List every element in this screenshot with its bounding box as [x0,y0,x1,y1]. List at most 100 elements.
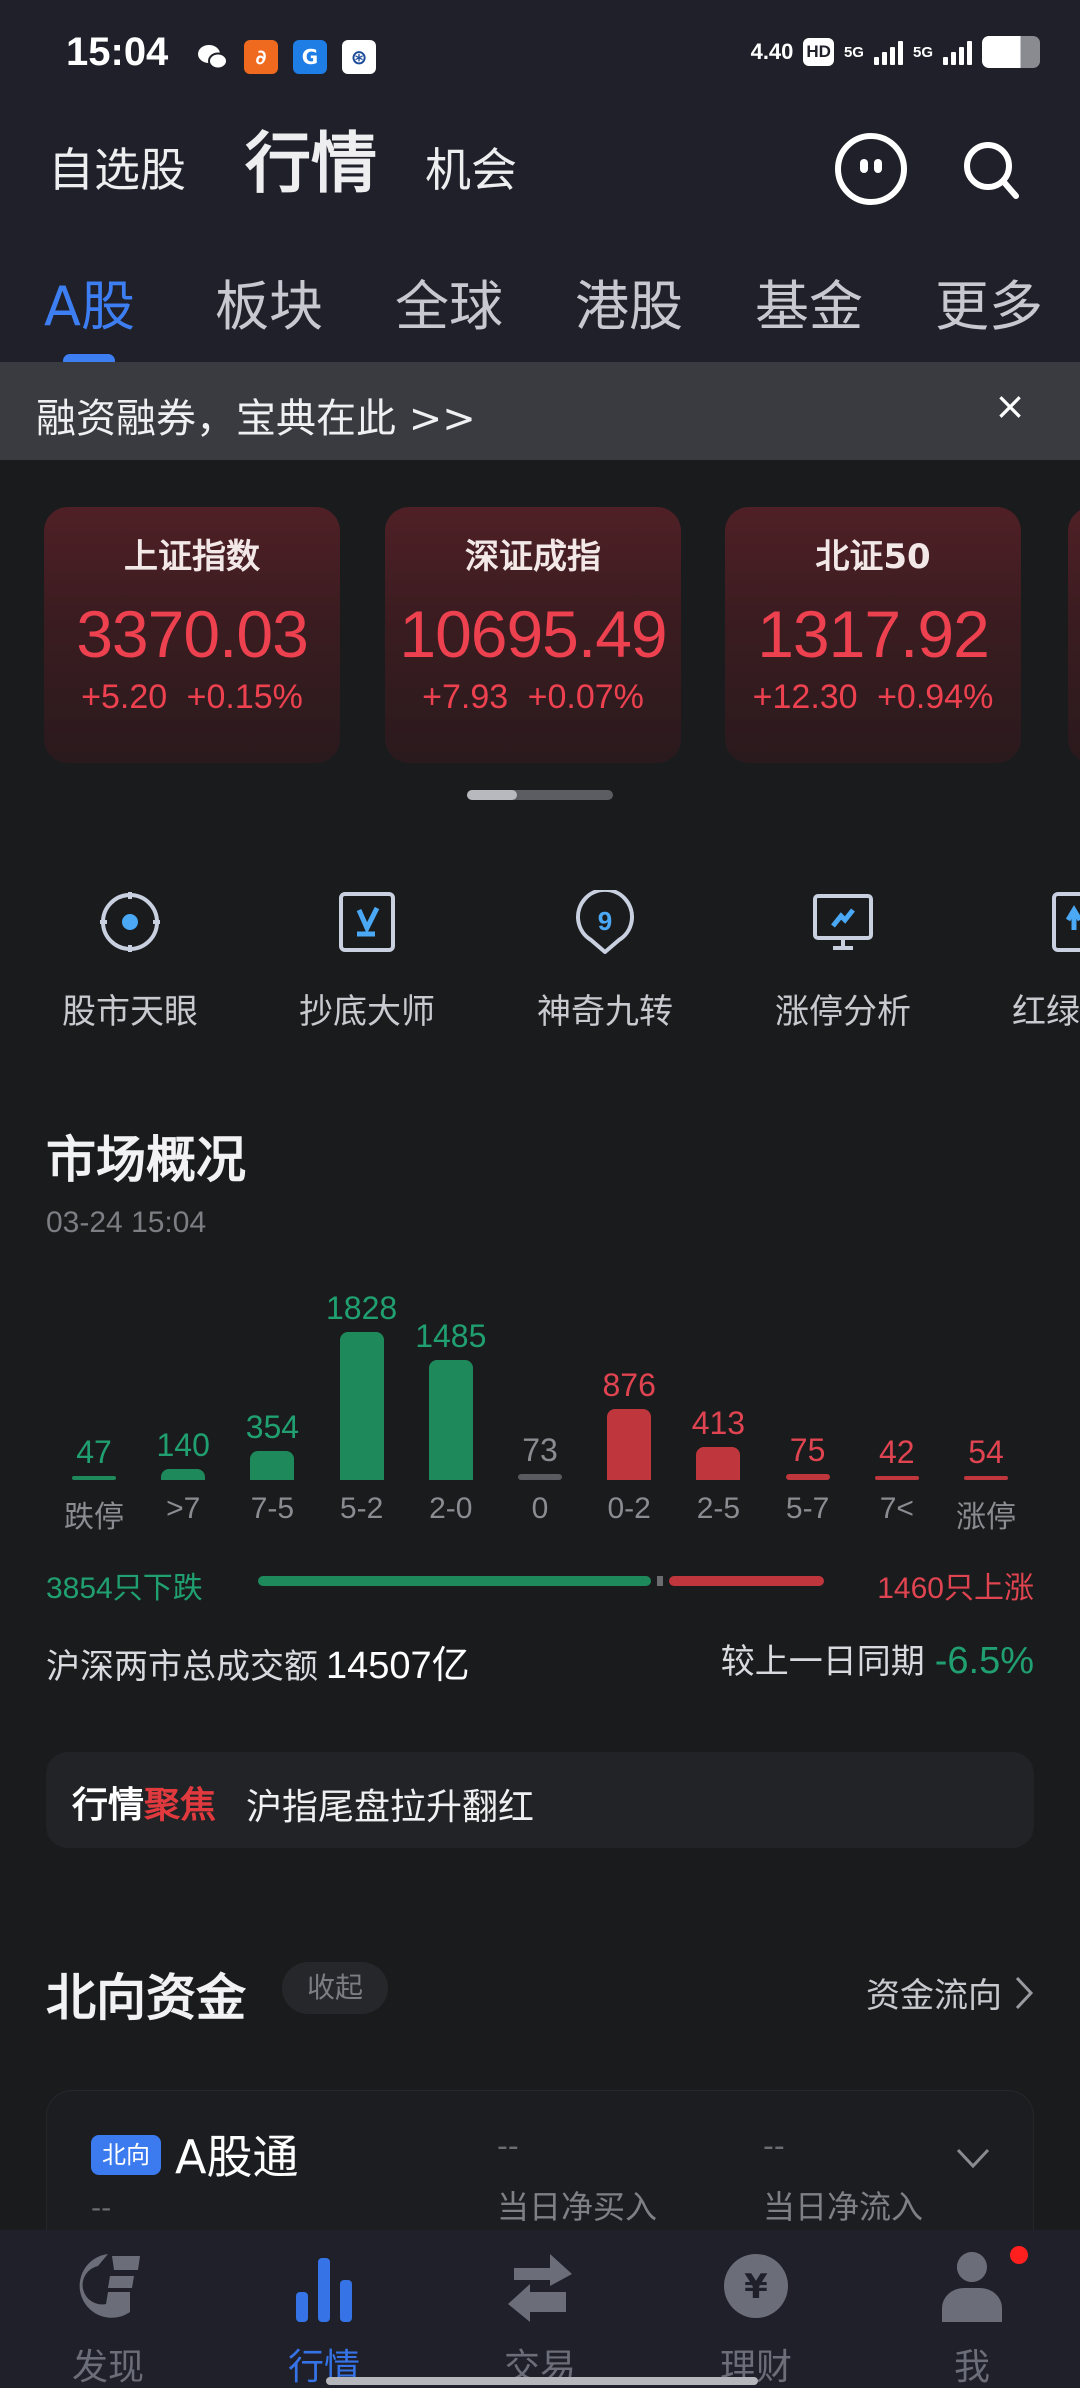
assistant-robot-icon[interactable] [835,133,907,205]
northbound-name: A股通 [175,2130,299,2184]
ratio-bar-flat [657,1576,664,1586]
nine-turn-icon: 9 [576,887,634,954]
market-overview-datetime: 03-24 15:04 [46,1206,207,1239]
chart-bar-value: 876 [602,1367,656,1404]
tab-global[interactable]: 全球 [395,262,503,341]
chart-bar-value: 47 [76,1434,112,1470]
promo-banner[interactable]: 融资融券，宝典在此 >> × [0,362,1080,460]
index-name: 上证指数 [124,537,260,577]
alibaba-1688-icon: ∂ [244,40,278,74]
tool-label: 红绿 [1012,992,1080,1032]
market-overview-title: 市场概况 [46,1131,246,1189]
turnover-compare-value: -6.5% [934,1640,1034,1682]
top-nav-opportunity[interactable]: 机会 [425,134,517,200]
bottom-fishing-icon [339,892,395,952]
tool-stock-eye[interactable]: 股市天眼 [30,890,230,1033]
northbound-sub-value: -- [91,2191,112,2224]
index-value: 1317.92 [757,597,990,671]
chart-bar-value: 140 [156,1426,210,1463]
chart-category-label: 7< [879,1492,914,1525]
top-nav-watchlist[interactable]: 自选股 [48,134,186,200]
limit-up-analysis-icon [813,894,873,950]
chart-category-label: 0 [531,1492,549,1525]
index-value: 3370.03 [76,597,309,671]
tool-limit-up-analysis[interactable]: 涨停分析 [743,890,943,1033]
hd-volte-icon: HD [803,38,834,66]
index-value: 10695.49 [399,597,667,671]
banner-text[interactable]: 融资融券，宝典在此 >> [36,386,476,444]
sim1-network-label: 5G [843,43,864,61]
market-focus-card[interactable]: 行情聚焦 沪指尾盘拉升翻红 [46,1752,1034,1848]
tab-a-shares[interactable]: A股 [44,262,135,341]
index-card[interactable]: 北证50 1317.92 +12.30 +0.94% [725,507,1021,763]
market-focus-headline[interactable]: 沪指尾盘拉升翻红 [246,1778,534,1830]
bottom-nav-wealth[interactable]: ¥ 理财 [686,2246,826,2388]
tab-sectors[interactable]: 板块 [215,262,323,341]
tool-label: 神奇九转 [537,992,673,1032]
bottom-nav-me[interactable]: 我 [902,2246,1042,2388]
svg-text:9: 9 [598,906,612,936]
index-card[interactable]: 深证成指 10695.49 +7.93 +0.07% [385,507,681,763]
bottom-nav-discover[interactable]: 发现 [38,2246,178,2388]
northbound-title: 北向资金 [46,1969,246,2027]
eye-target-icon [100,892,160,952]
status-time: 15:04 [66,30,169,74]
tab-funds[interactable]: 基金 [755,262,863,341]
fund-flow-link[interactable]: 资金流向 [866,1968,1034,2017]
rise-fall-ratio-bar [258,1576,824,1586]
home-indicator[interactable] [326,2377,758,2385]
close-icon[interactable]: × [994,384,1026,428]
chart-bar-value: 75 [789,1431,826,1468]
chevron-right-icon [1015,1976,1034,2009]
chart-bar [72,1476,116,1480]
chart-bar [964,1475,1008,1480]
tool-label: 股市天眼 [62,992,198,1032]
index-name: 深证成指 [465,537,601,577]
net-inflow-stat: -- 当日净流入 [763,2129,924,2226]
chart-category-label: 涨停 [956,1501,1016,1534]
wechat-icon [196,40,230,74]
index-card[interactable]: 上证指数 3370.03 +5.20 +0.15% [44,507,340,763]
chart-bar-value: 73 [522,1432,558,1469]
collapse-button[interactable]: 收起 [282,1962,388,2014]
signal-icon [943,39,972,65]
chart-bar [696,1446,741,1480]
chevron-down-icon[interactable] [955,2147,991,2169]
top-nav: 自选股 行情 机会 [0,120,1080,220]
svg-text:¥: ¥ [744,2267,768,2307]
chart-bar [428,1359,473,1480]
rise-fall-distribution-chart[interactable]: 47 跌停 140 >7 354 7-5 1828 5-2 1485 2-0 73 0 876 0-2 41… [0,1270,1080,1540]
index-change: +5.20 +0.15% [81,678,303,716]
search-icon[interactable] [962,140,1022,200]
trade-arrows-icon [508,2254,572,2322]
chart-category-label: 2-5 [696,1492,741,1525]
tab-more[interactable]: 更多 [935,262,1043,341]
chart-bar [607,1409,652,1480]
index-card-partial[interactable] [1068,507,1080,763]
tool-red-green[interactable]: 红绿 [980,890,1080,1033]
tool-magic-nine[interactable]: 9 神奇九转 [505,887,705,1033]
bottom-nav-market[interactable]: 行情 [254,2246,394,2388]
red-green-icon [1052,892,1080,952]
chart-bar [518,1474,562,1480]
market-tabs: A股 板块 全球 港股 基金 更多 [0,250,1080,368]
top-nav-market[interactable]: 行情 [245,110,377,206]
chart-bar-value: 413 [691,1404,746,1441]
tool-bottom-fishing[interactable]: 抄底大师 [267,890,467,1033]
down-count-label: 3854只下跌 [46,1572,203,1605]
up-count-label: 1460只上涨 [877,1572,1034,1605]
chart-category-label: >7 [166,1492,201,1525]
notification-dot [1010,2246,1028,2264]
bottom-nav: 发现 行情 交易 ¥ 理财 我 [0,2230,1080,2388]
profile-icon [942,2252,1002,2322]
index-change: +7.93 +0.07% [422,678,644,716]
tab-hk-stocks[interactable]: 港股 [575,262,683,341]
ratio-bar-down [258,1576,652,1586]
bank-app-icon: ⊛ [342,40,376,74]
bottom-nav-trade[interactable]: 交易 [470,2246,610,2388]
index-name: 北证50 [815,537,931,577]
market-focus-tag: 行情聚焦 [72,1785,217,1826]
signal-icon [873,39,903,65]
chart-bar [161,1468,206,1480]
chart-category-label: 0-2 [607,1492,651,1525]
